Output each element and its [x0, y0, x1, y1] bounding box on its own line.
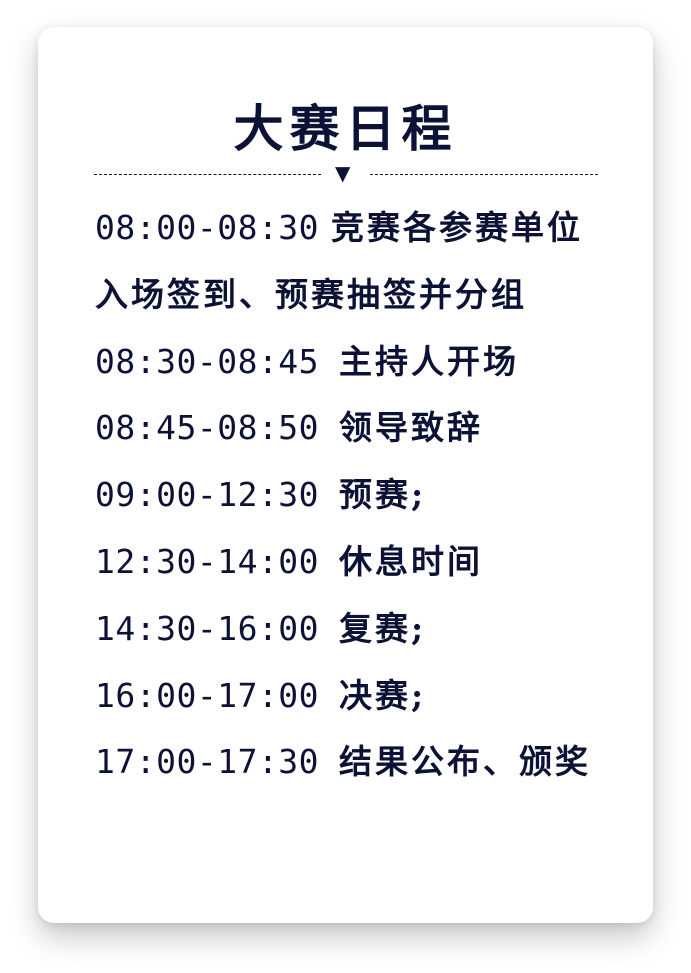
divider-line-right [370, 174, 598, 175]
schedule-event: 复赛; [339, 608, 427, 648]
schedule-event: 结果公布、颁奖 [339, 742, 592, 782]
schedule-time: 12:30-14:00 [95, 541, 320, 581]
schedule-card: 大赛日程 ▼ 08:00-08:30 竞赛各参赛单位 入场签到、预赛抽签并分组 0… [38, 27, 653, 923]
schedule-list: 08:00-08:30 竞赛各参赛单位 入场签到、预赛抽签并分组 08:30-08… [95, 203, 635, 804]
schedule-item: 14:30-16:00 复赛; [95, 604, 635, 671]
schedule-time: 16:00-17:00 [95, 675, 320, 715]
schedule-time: 09:00-12:30 [95, 475, 320, 515]
schedule-item: 08:45-08:50 领导致辞 [95, 403, 635, 470]
schedule-time: 08:45-08:50 [95, 408, 320, 448]
schedule-item: 16:00-17:00 决赛; [95, 671, 635, 738]
schedule-event: 领导致辞 [339, 408, 484, 448]
down-triangle-icon: ▼ [335, 161, 351, 185]
schedule-event: 决赛; [339, 675, 427, 715]
page-title: 大赛日程 [233, 99, 458, 158]
title-divider: ▼ [94, 159, 598, 183]
schedule-event: 预赛; [339, 475, 427, 515]
page: 大赛日程 ▼ 08:00-08:30 竞赛各参赛单位 入场签到、预赛抽签并分组 0… [0, 0, 691, 973]
schedule-item: 入场签到、预赛抽签并分组 [95, 270, 635, 337]
schedule-item: 12:30-14:00 休息时间 [95, 537, 635, 604]
schedule-item: 09:00-12:30 预赛; [95, 470, 635, 537]
schedule-event: 入场签到、预赛抽签并分组 [95, 274, 527, 314]
schedule-event: 竞赛各参赛单位 [331, 208, 584, 247]
schedule-item: 17:00-17:30 结果公布、颁奖 [95, 737, 635, 804]
schedule-item: 08:30-08:45 主持人开场 [95, 337, 635, 404]
schedule-time: 17:00-17:30 [95, 742, 320, 782]
schedule-time: 08:00-08:30 [95, 208, 320, 247]
schedule-time: 08:30-08:45 [95, 341, 320, 381]
schedule-event: 休息时间 [339, 541, 484, 581]
schedule-time: 14:30-16:00 [95, 608, 320, 648]
divider-line-left [94, 174, 321, 175]
schedule-event: 主持人开场 [339, 341, 520, 381]
schedule-item: 08:00-08:30 竞赛各参赛单位 [95, 203, 635, 270]
